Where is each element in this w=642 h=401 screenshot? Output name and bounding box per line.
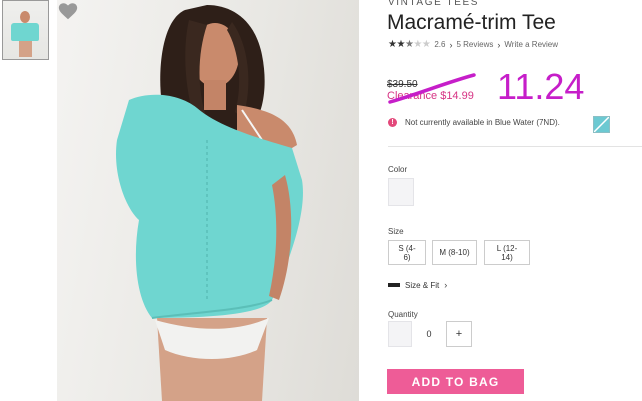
color-swatch[interactable] bbox=[388, 178, 414, 206]
handwritten-strike-mark bbox=[388, 73, 476, 104]
size-fit-link[interactable]: Size & Fit › bbox=[388, 280, 447, 290]
color-label: Color bbox=[388, 165, 408, 174]
star-rating: ★★★★★ bbox=[388, 39, 431, 50]
rating-row: ★★★★★ 2.6 › 5 Reviews › Write a Review bbox=[388, 39, 558, 50]
write-review-link[interactable]: Write a Review bbox=[504, 40, 558, 49]
size-option-s[interactable]: S (4-6) bbox=[388, 240, 426, 265]
section-divider bbox=[388, 146, 642, 147]
alert-icon: ! bbox=[388, 118, 397, 127]
add-to-bag-button[interactable]: ADD TO BAG bbox=[387, 369, 524, 394]
size-fit-label: Size & Fit bbox=[405, 280, 440, 290]
quantity-label: Quantity bbox=[388, 310, 418, 319]
quantity-increment-button[interactable]: + bbox=[446, 321, 472, 347]
size-option-m[interactable]: M (8-10) bbox=[432, 240, 477, 265]
quantity-value[interactable]: 0 bbox=[420, 321, 438, 347]
product-main-image bbox=[57, 0, 359, 401]
product-category: VINTAGE TEES bbox=[388, 0, 480, 8]
size-option-l[interactable]: L (12-14) bbox=[484, 240, 530, 265]
blue-water-swatch[interactable] bbox=[593, 116, 610, 133]
rating-value: 2.6 bbox=[434, 40, 446, 49]
reviews-link[interactable]: 5 Reviews bbox=[456, 40, 493, 49]
unavailable-slash bbox=[594, 117, 609, 132]
quantity-decrement-button[interactable] bbox=[388, 321, 412, 347]
product-thumbnail[interactable] bbox=[2, 0, 49, 60]
chevron-right-icon: › bbox=[449, 39, 453, 50]
size-label: Size bbox=[388, 227, 404, 236]
chevron-right-icon: › bbox=[497, 39, 501, 50]
heart-icon[interactable] bbox=[57, 0, 79, 22]
ruler-icon bbox=[388, 283, 400, 287]
availability-message: Not currently available in Blue Water (7… bbox=[405, 118, 560, 127]
thumb-shirt bbox=[11, 23, 39, 41]
chevron-right-icon: › bbox=[444, 280, 448, 290]
handwritten-price-annotation: 11.24 bbox=[497, 66, 585, 107]
thumb-model-legs bbox=[19, 41, 32, 57]
thumb-model-head bbox=[20, 11, 30, 23]
product-title: Macramé-trim Tee bbox=[387, 11, 556, 34]
model-illustration bbox=[116, 5, 303, 401]
availability-notice: ! Not currently available in Blue Water … bbox=[388, 118, 560, 127]
